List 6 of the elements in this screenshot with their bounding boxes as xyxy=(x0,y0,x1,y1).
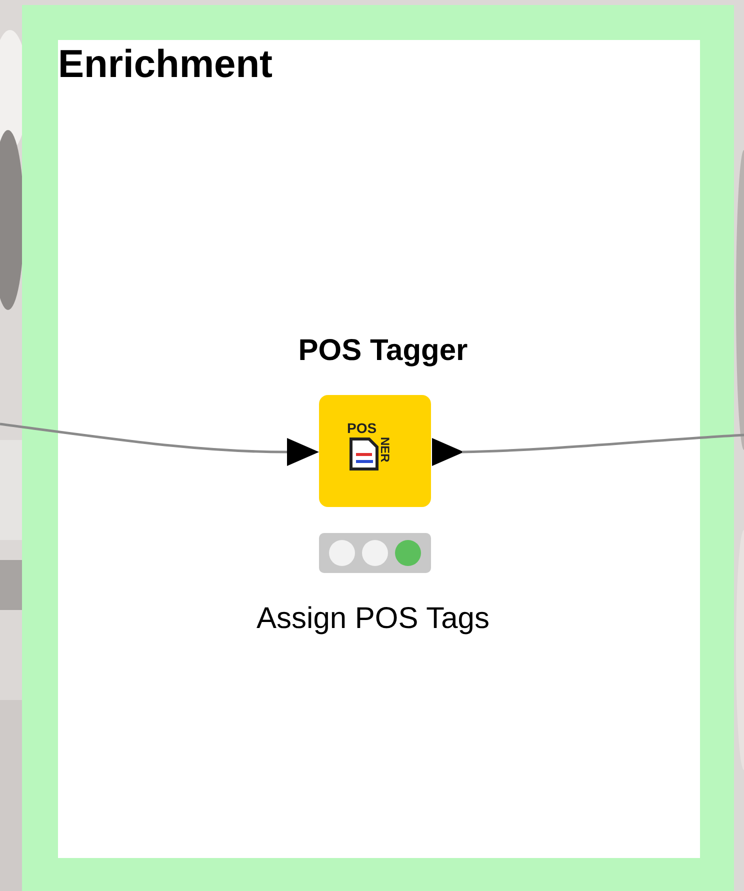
node-description: Assign POS Tags xyxy=(256,601,490,637)
node-name: POS Tagger xyxy=(297,333,469,369)
port-icon[interactable] xyxy=(432,436,464,468)
annotation-title: Enrichment xyxy=(58,42,273,88)
port-icon[interactable] xyxy=(287,436,319,468)
node-icon[interactable]: POS NER xyxy=(319,395,431,507)
